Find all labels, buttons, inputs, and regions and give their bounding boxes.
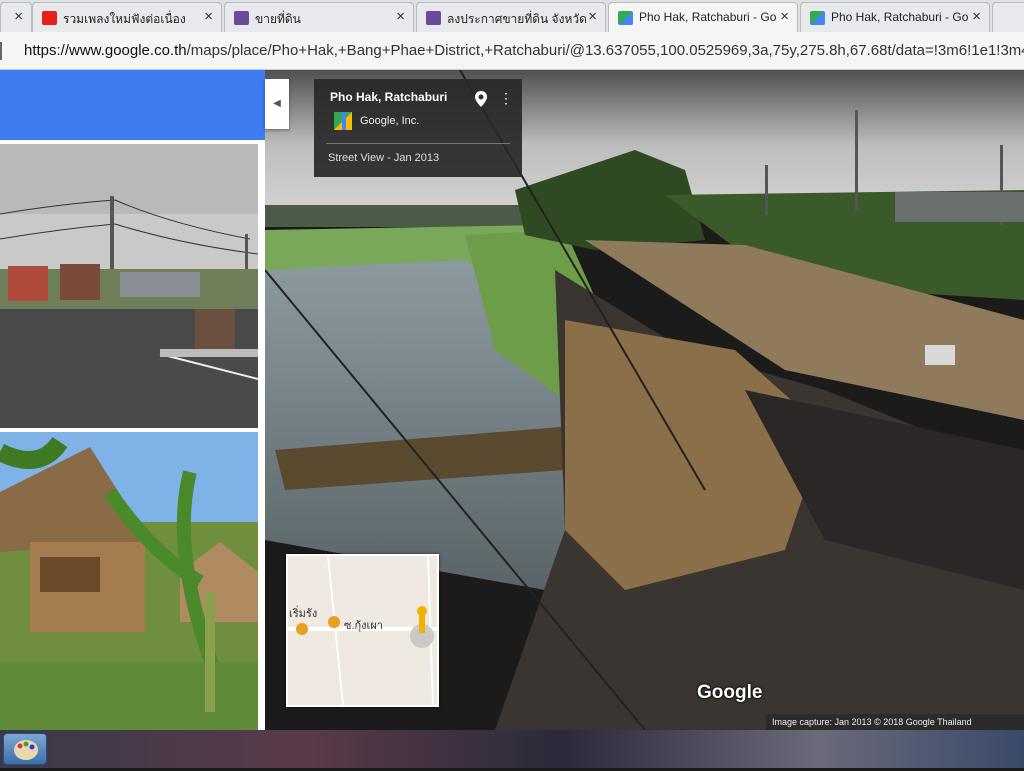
tab-title: Pho Hak, Ratchaburi - Go [831, 10, 969, 24]
map-label: ซ.กุ้งเผา [344, 620, 383, 632]
google-logo: Google [697, 682, 763, 703]
google-maps-icon [618, 11, 633, 25]
close-icon[interactable]: × [780, 8, 789, 25]
browser-tab-maps[interactable]: Pho Hak, Ratchaburi - Go × [800, 2, 990, 32]
url-text[interactable]: https://www.google.co.th/maps/place/Pho+… [24, 42, 1024, 59]
tab-title: รวมเพลงใหม่ฟังต่อเนื่อง [63, 12, 186, 26]
collapse-panel-button[interactable]: ◀ [265, 79, 289, 129]
street-corner-photo [0, 144, 258, 428]
side-panel-header [0, 70, 265, 140]
close-icon[interactable]: × [396, 8, 405, 25]
browser-tab-strip: × รวมเพลงใหม่ฟังต่อเนื่อง × ขายที่ดิน × … [0, 0, 1024, 33]
browser-tab-partial[interactable]: × [0, 2, 32, 32]
google-maps-icon [810, 11, 825, 25]
close-icon[interactable]: × [972, 8, 981, 25]
place-info-card: Pho Hak, Ratchaburi ⋮ Google, Inc. Stree… [314, 79, 522, 177]
image-credits: Image capture: Jan 2013 © 2018 Google Th… [766, 714, 1024, 730]
start-button[interactable] [3, 733, 47, 765]
browser-tab-land-listing[interactable]: ลงประกาศขายที่ดิน จังหวัด × [416, 2, 606, 32]
tab-title: Pho Hak, Ratchaburi - Go [639, 10, 777, 24]
mini-map[interactable]: เริ่มรัง ซ.กุ้งเผา [286, 554, 439, 707]
thatched-hut-photo [0, 432, 258, 730]
google-maps-icon [334, 112, 352, 130]
browser-tab-youtube[interactable]: รวมเพลงใหม่ฟังต่อเนื่อง × [32, 2, 222, 32]
paint-palette-icon [14, 740, 38, 760]
page-info-icon[interactable] [0, 42, 6, 60]
url-path: /maps/place/Pho+Hak,+Bang+Phae+District,… [186, 42, 1024, 59]
tab-title: ขายที่ดิน [255, 12, 301, 26]
site-favicon-icon [234, 11, 249, 25]
close-icon[interactable]: × [14, 8, 23, 25]
photo-thatched-hut[interactable] [0, 432, 258, 730]
site-favicon-icon [426, 11, 441, 25]
side-panel [0, 70, 265, 730]
location-pin-icon[interactable] [474, 90, 488, 113]
tab-title: ลงประกาศขายที่ดิน จังหวัด [447, 12, 587, 26]
place-title: Pho Hak, Ratchaburi [330, 90, 448, 104]
address-bar[interactable]: https://www.google.co.th/maps/place/Pho+… [0, 32, 1024, 70]
photo-street-corner[interactable] [0, 144, 258, 428]
close-icon[interactable]: × [204, 8, 213, 25]
more-options-icon[interactable]: ⋮ [499, 90, 513, 107]
image-owner[interactable]: Google, Inc. [360, 115, 419, 127]
map-label: เริ่มรัง [289, 608, 318, 620]
url-domain: https://www.google.co.th [24, 42, 187, 59]
youtube-icon [42, 11, 57, 25]
capture-date-button[interactable]: Street View - Jan 2013 [328, 152, 439, 164]
divider [326, 143, 510, 144]
os-taskbar [0, 730, 1024, 768]
browser-tab-land-sale[interactable]: ขายที่ดิน × [224, 2, 414, 32]
new-tab-button[interactable] [992, 2, 1024, 32]
browser-tab-maps-active[interactable]: Pho Hak, Ratchaburi - Go × [608, 2, 798, 33]
close-icon[interactable]: × [588, 8, 597, 25]
